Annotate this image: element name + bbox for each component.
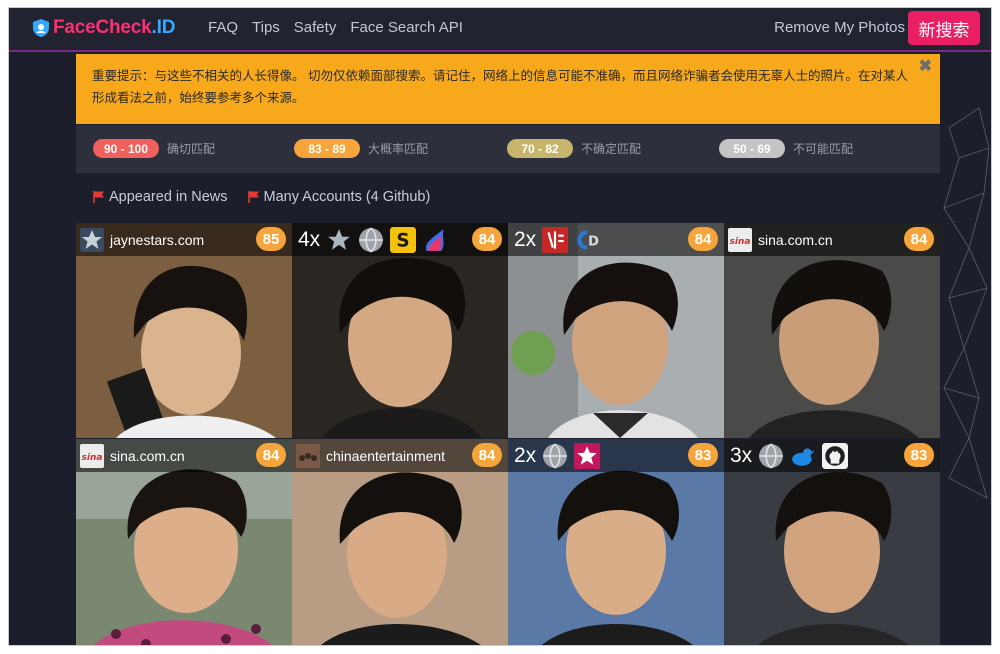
nav-link-tips[interactable]: Tips — [252, 19, 280, 36]
result-tile[interactable]: 4x S 84 — [292, 223, 508, 438]
cd-icon[interactable]: D — [574, 227, 600, 253]
legend-item-likely: 83 - 89 大概率匹配 — [294, 139, 428, 158]
result-tile[interactable]: 2x D 84 — [508, 223, 724, 438]
legend-item-uncertain: 70 - 82 不确定匹配 — [507, 139, 641, 158]
match-score-badge: 84 — [904, 227, 934, 251]
filter-bar: Appeared in News Many Accounts (4 Github… — [93, 189, 450, 205]
crowd-icon — [296, 443, 320, 468]
nav-link-api[interactable]: Face Search API — [350, 19, 463, 36]
match-score-badge: 83 — [688, 443, 718, 467]
star-icon[interactable] — [326, 227, 352, 253]
warning-banner: 重要提示：与这些不相关的人长得像。 切勿仅依赖面部搜索。请记住，网络上的信息可能… — [76, 54, 940, 124]
globe-icon[interactable] — [358, 227, 384, 253]
nav-link-safety[interactable]: Safety — [294, 19, 337, 36]
match-score-badge: 84 — [688, 227, 718, 251]
domain-text: sina.com.cn — [758, 231, 833, 248]
s-icon[interactable]: S — [390, 226, 417, 253]
legend-label: 不确定匹配 — [581, 142, 642, 156]
domain-text: sina.com.cn — [110, 447, 185, 464]
svg-text:sina: sina — [82, 453, 103, 463]
legend-pill: 90 - 100 — [93, 139, 159, 158]
flame-icon[interactable] — [422, 227, 448, 253]
source-domain[interactable]: jaynestars.com — [80, 227, 205, 252]
match-score-badge: 84 — [256, 443, 286, 467]
globe-icon[interactable] — [758, 443, 784, 469]
logo-text-main: FaceCheck — [53, 17, 152, 38]
score-legend: 90 - 100 确切匹配 83 - 89 大概率匹配 70 - 82 不确定匹… — [76, 125, 940, 173]
bird-icon[interactable] — [790, 443, 816, 469]
logo[interactable]: FaceCheck.ID — [33, 17, 175, 39]
results-grid: jaynestars.com 85 4x S 84 2x D 84 sina s… — [76, 223, 940, 645]
nav-link-faq[interactable]: FAQ — [208, 19, 238, 36]
legend-pill: 70 - 82 — [507, 139, 573, 158]
source-domain[interactable]: chinaentertainment — [296, 443, 446, 468]
star-icon — [80, 227, 104, 252]
source-domain[interactable]: sina sina.com.cn — [728, 227, 833, 252]
browser-frame: FaceCheck.ID FAQ Tips Safety Face Search… — [8, 7, 992, 646]
legend-label: 不可能匹配 — [793, 142, 854, 156]
sina-icon: sina — [728, 227, 752, 252]
result-tile[interactable]: sina sina.com.cn 84 — [76, 439, 292, 645]
svg-text:sina: sina — [730, 237, 751, 247]
match-score-badge: 85 — [256, 227, 286, 251]
domain-text: chinaentertainment — [326, 447, 446, 464]
legend-label: 大概率匹配 — [368, 142, 429, 156]
legend-item-exact: 90 - 100 确切匹配 — [93, 139, 215, 158]
sina-icon: sina — [80, 443, 104, 468]
svg-text:S: S — [397, 230, 410, 251]
result-tile[interactable]: chinaentertainment 84 — [292, 439, 508, 645]
match-score-badge: 84 — [472, 227, 502, 251]
top-nav: FaceCheck.ID FAQ Tips Safety Face Search… — [9, 8, 991, 52]
result-tile[interactable]: sina sina.com.cn 84 — [724, 223, 940, 438]
github-icon[interactable] — [822, 442, 849, 469]
flag-icon — [247, 191, 259, 203]
filter-accounts[interactable]: Many Accounts (4 Github) — [247, 189, 431, 205]
result-tile[interactable]: 2x 83 — [508, 439, 724, 645]
red-logo-icon[interactable] — [542, 226, 569, 253]
match-count: 2x — [514, 443, 537, 467]
pink-star-icon[interactable] — [574, 442, 601, 469]
match-count: 3x — [730, 443, 753, 467]
remove-photos-link[interactable]: Remove My Photos — [774, 19, 905, 36]
legend-item-unlikely: 50 - 69 不可能匹配 — [719, 139, 853, 158]
filter-label: Many Accounts (4 Github) — [263, 189, 431, 205]
filter-news[interactable]: Appeared in News — [93, 189, 228, 205]
shield-logo-icon — [33, 19, 49, 37]
nav-links: FAQ Tips Safety Face Search API — [208, 19, 463, 36]
match-count: 4x — [298, 227, 321, 251]
match-score-badge: 83 — [904, 443, 934, 467]
legend-pill: 83 - 89 — [294, 139, 360, 158]
domain-text: jaynestars.com — [110, 231, 205, 248]
match-count: 2x — [514, 227, 537, 251]
result-tile[interactable]: jaynestars.com 85 — [76, 223, 292, 438]
close-icon[interactable]: ✖ — [919, 56, 932, 78]
logo-text-suffix: .ID — [151, 17, 176, 38]
filter-label: Appeared in News — [109, 189, 228, 205]
match-score-badge: 84 — [472, 443, 502, 467]
legend-pill: 50 - 69 — [719, 139, 785, 158]
flag-icon — [93, 191, 104, 203]
globe-icon[interactable] — [542, 443, 568, 469]
svg-text:D: D — [588, 234, 599, 249]
source-domain[interactable]: sina sina.com.cn — [80, 443, 185, 468]
decorative-network-pattern — [943, 107, 990, 499]
warning-text: 重要提示：与这些不相关的人长得像。 切勿仅依赖面部搜索。请记住，网络上的信息可能… — [92, 69, 908, 105]
result-tile[interactable]: 3x 83 — [724, 439, 940, 645]
legend-label: 确切匹配 — [167, 142, 216, 156]
new-search-button[interactable]: 新搜索 — [908, 11, 980, 45]
